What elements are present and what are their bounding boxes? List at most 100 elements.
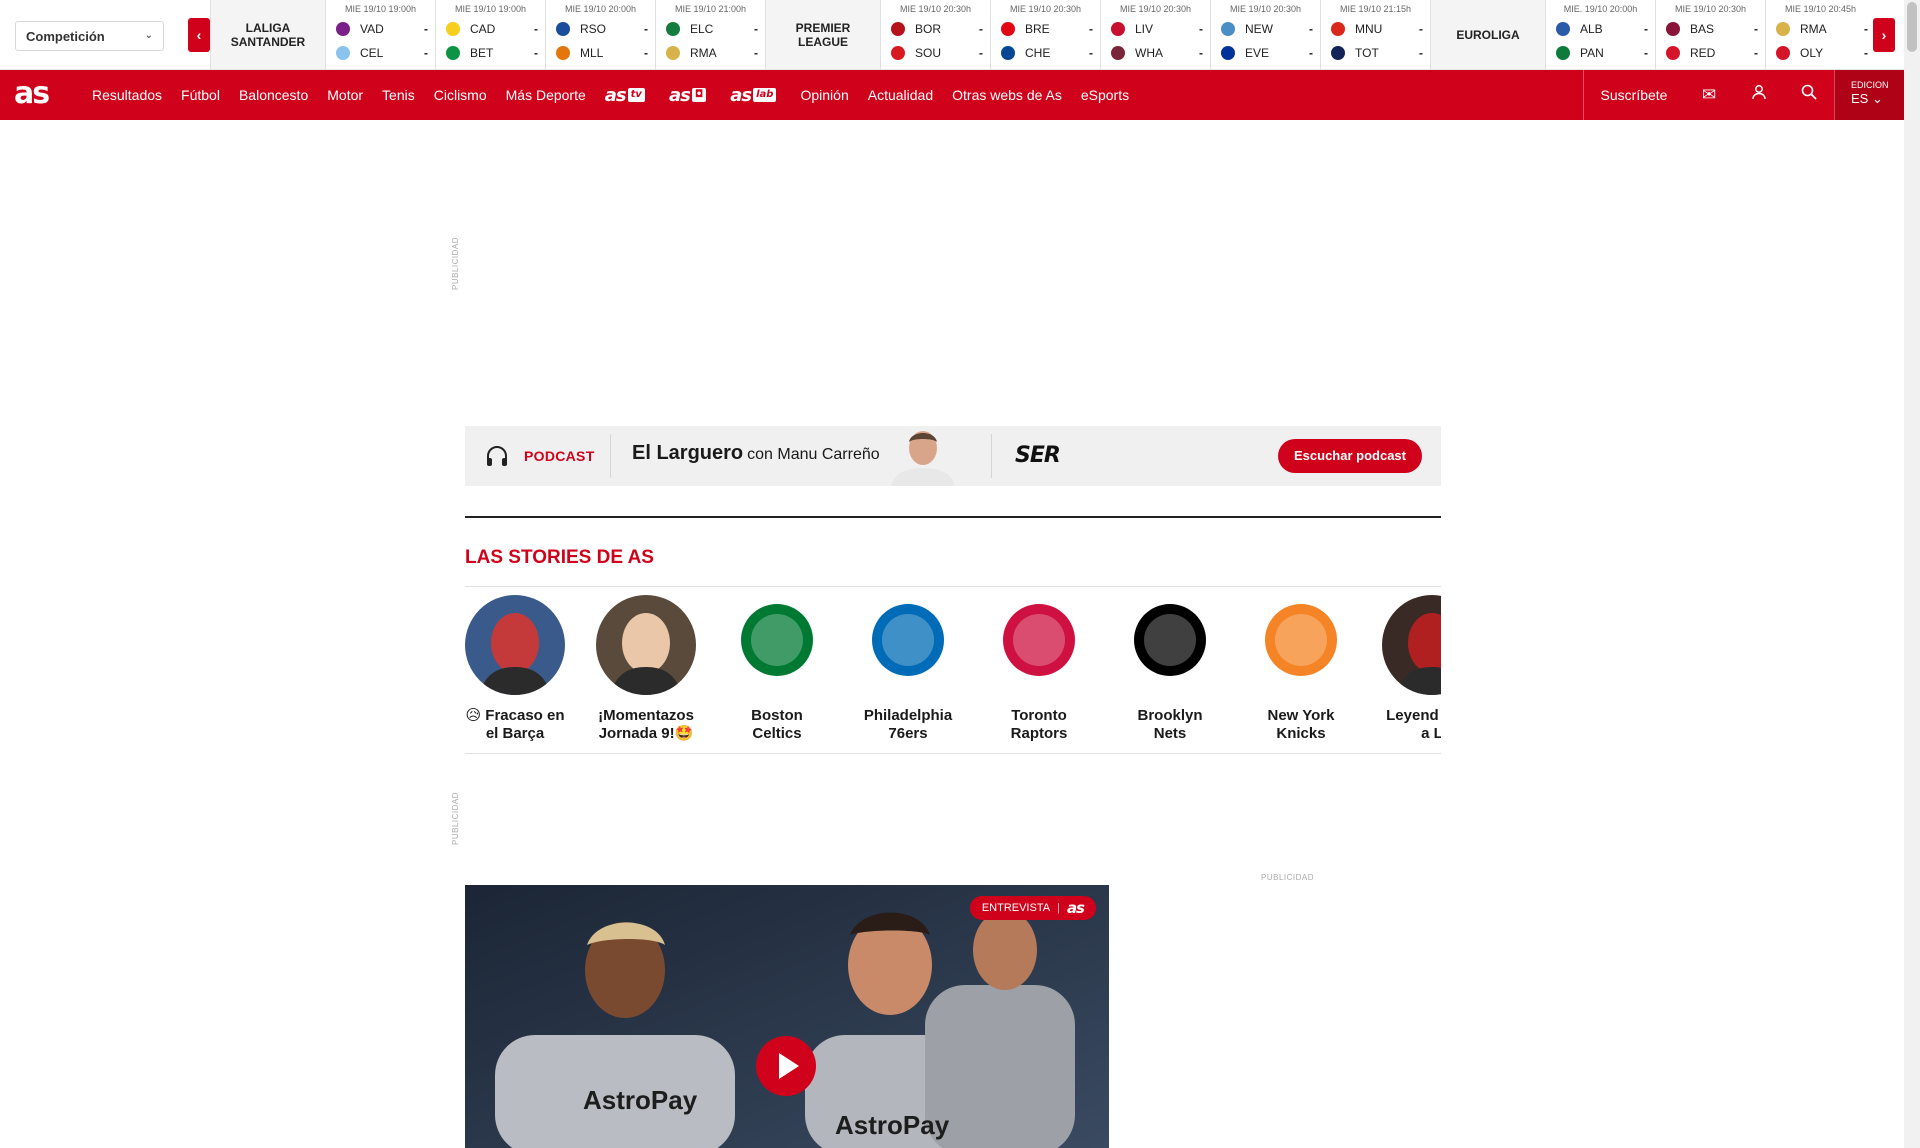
host-photo [883, 426, 961, 486]
play-button[interactable] [756, 1036, 816, 1096]
league-header[interactable]: EUROLIGA [1430, 0, 1545, 69]
scoreboard-next-button[interactable]: › [1873, 18, 1895, 52]
nav-item[interactable]: Opinión [800, 87, 848, 103]
match-card[interactable]: MIE. 19/10 20:00h ALB - PAN - [1545, 0, 1655, 69]
team-score: - [979, 46, 983, 60]
match-card[interactable]: MIE 19/10 20:30h BOR - SOU - [880, 0, 990, 69]
team-crest-icon [556, 22, 570, 36]
team-score: - [979, 22, 983, 36]
story-item[interactable]: Leyend mate a L [1382, 595, 1441, 743]
team-score: - [534, 22, 538, 36]
nav-brand-link[interactable]: as lab [730, 84, 777, 106]
away-team: SOU - [891, 43, 983, 63]
sponsor-text-left: AstroPay [583, 1085, 698, 1115]
team-score: - [1419, 22, 1423, 36]
away-team: RED - [1666, 43, 1758, 63]
team-score: - [1864, 46, 1868, 60]
story-item[interactable]: New York Knicks [1251, 595, 1351, 743]
story-avatar [1382, 595, 1441, 695]
match-card[interactable]: MIE 19/10 20:30h BAS - RED - [1655, 0, 1765, 69]
subscribe-button[interactable]: Suscríbete [1583, 70, 1684, 120]
match-card[interactable]: MIE 19/10 19:00h CAD - BET - [435, 0, 545, 69]
team-abbr: PAN [1580, 46, 1604, 60]
team-crest-icon [1666, 46, 1680, 60]
competition-select[interactable]: Competición ⌄ [15, 21, 164, 51]
podcast-host: con Manu Carreño [747, 446, 880, 463]
mail-icon[interactable]: ✉ [1684, 70, 1734, 120]
nav-item[interactable]: Fútbol [181, 87, 220, 103]
match-card[interactable]: MIE 19/10 20:00h RSO - MLL - [545, 0, 655, 69]
sponsor-text-right: AstroPay [835, 1110, 950, 1140]
featured-video[interactable]: AstroPay AstroPay ENTREVISTA | as [465, 885, 1109, 1148]
away-team: BET - [446, 43, 538, 63]
story-item[interactable]: Brooklyn Nets [1120, 595, 1220, 743]
league-header[interactable]: LALIGA SANTANDER [210, 0, 325, 69]
match-card[interactable]: MIE 19/10 21:15h MNU - TOT - [1320, 0, 1430, 69]
story-item[interactable]: Toronto Raptors [989, 595, 1089, 743]
match-date: MIE 19/10 20:00h [564, 4, 637, 14]
league-header[interactable]: PREMIER LEAGUE [765, 0, 880, 69]
nav-menu: Resultados Fútbol Baloncesto Motor Tenis Cicl… [92, 70, 1148, 120]
team-score: - [424, 22, 428, 36]
team-crest-icon [336, 22, 350, 36]
podcast-divider [610, 434, 611, 478]
team-score: - [1754, 22, 1758, 36]
nav-item[interactable]: Baloncesto [239, 87, 308, 103]
nav-item[interactable]: eSports [1081, 87, 1129, 103]
story-label: Toronto Raptors [1010, 707, 1068, 742]
ad-label-side: PUBLICIDAD [1261, 873, 1315, 882]
interview-badge: ENTREVISTA | as [969, 896, 1096, 920]
story-label: Philadelphia 76ers [863, 707, 953, 742]
nav-item[interactable]: Actualidad [868, 87, 933, 103]
team-crest-icon [891, 46, 905, 60]
story-item[interactable]: Boston Celtics [727, 595, 827, 743]
team-crest-icon [1001, 22, 1015, 36]
story-item[interactable]: Philadelphia 76ers [858, 595, 958, 743]
page-scrollbar[interactable] [1904, 0, 1920, 1148]
story-avatar [465, 595, 565, 695]
nav-item[interactable]: Resultados [92, 87, 162, 103]
nav-item[interactable]: Tenis [382, 87, 415, 103]
scrollbar-thumb[interactable] [1907, 2, 1917, 52]
story-label: 😥 Fracaso en el Barça [465, 707, 565, 742]
home-team: LIV - [1111, 19, 1203, 39]
edition-selector[interactable]: EDICION ES ⌄ [1834, 70, 1904, 120]
listen-podcast-button[interactable]: Escuchar podcast [1278, 439, 1422, 473]
main-navigation: as Resultados Fútbol Baloncesto Motor Tenis C… [0, 70, 1904, 120]
away-team: CHE - [1001, 43, 1093, 63]
away-team: RMA - [666, 43, 758, 63]
stories-bottom-border [465, 753, 1441, 754]
match-card[interactable]: MIE 19/10 20:30h LIV - WHA - [1100, 0, 1210, 69]
home-team: RSO - [556, 19, 648, 39]
team-abbr: BET [470, 46, 494, 60]
team-abbr: NEW [1245, 22, 1273, 36]
ad-label-top: PUBLICIDAD [451, 236, 460, 290]
nav-item[interactable]: Motor [327, 87, 363, 103]
as-logo[interactable]: as [14, 78, 50, 110]
team-abbr: RMA [1800, 22, 1827, 36]
brand-name: as [730, 84, 752, 106]
nav-item[interactable]: Otras webs de As [952, 87, 1062, 103]
match-card[interactable]: MIE 19/10 20:30h BRE - CHE - [990, 0, 1100, 69]
nav-brand-link[interactable]: as tv [605, 85, 645, 106]
away-team: EVE - [1221, 43, 1313, 63]
nav-brand-link[interactable]: as ◘ [669, 85, 707, 106]
team-abbr: SOU [915, 46, 942, 60]
nav-item[interactable]: Más Deporte [506, 87, 586, 103]
team-crest-icon [1111, 22, 1125, 36]
match-card[interactable]: MIE 19/10 21:00h ELC - RMA - [655, 0, 765, 69]
team-score: - [1644, 22, 1648, 36]
team-score: - [1199, 22, 1203, 36]
story-item[interactable]: 😥 Fracaso en el Barça [465, 595, 565, 743]
nav-item[interactable]: Ciclismo [434, 87, 487, 103]
user-icon[interactable] [1734, 70, 1784, 120]
scoreboard-prev-button[interactable]: ‹ [188, 18, 210, 52]
match-card[interactable]: MIE 19/10 20:45h RMA - OLY - [1765, 0, 1873, 69]
match-date: MIE. 19/10 20:00h [1563, 4, 1638, 14]
match-date: MIE 19/10 21:15h [1339, 4, 1412, 14]
team-crest-icon [1776, 22, 1790, 36]
match-card[interactable]: MIE 19/10 20:30h NEW - EVE - [1210, 0, 1320, 69]
search-icon[interactable] [1784, 70, 1834, 120]
story-item[interactable]: ¡Momentazos Jornada 9!🤩 [596, 595, 696, 743]
match-card[interactable]: MIE 19/10 19:00h VAD - CEL - [325, 0, 435, 69]
